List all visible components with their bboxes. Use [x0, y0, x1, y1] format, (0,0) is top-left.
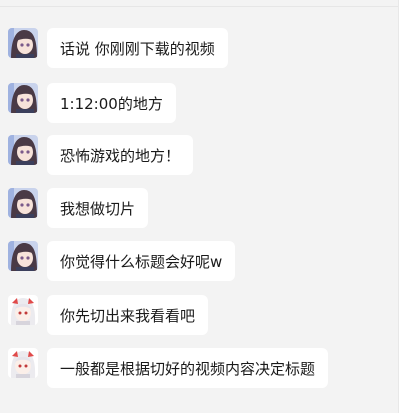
message-text: 一般都是根据切好的视频内容决定标题	[60, 359, 316, 378]
avatar-dark-hair-girl[interactable]	[8, 188, 38, 218]
message-bubble[interactable]: 1:12:00的地方	[47, 83, 176, 123]
avatar-dark-hair-girl[interactable]	[8, 83, 38, 113]
message-bubble[interactable]: 你觉得什么标题会好呢w	[47, 241, 236, 281]
chat-message-list[interactable]: 话说 你刚刚下载的视频 1:12:00的地方 恐怖游戏的地方！ 我想做切片 你觉…	[0, 0, 398, 413]
chat-message: 你先切出来我看看吧	[8, 295, 209, 335]
chat-message: 一般都是根据切好的视频内容决定标题	[8, 348, 329, 388]
avatar-white-hair-girl[interactable]	[8, 348, 38, 378]
message-text: 你先切出来我看看吧	[60, 306, 196, 325]
message-text: 恐怖游戏的地方！	[60, 146, 181, 165]
chat-message: 我想做切片	[8, 188, 149, 228]
message-bubble[interactable]: 一般都是根据切好的视频内容决定标题	[47, 348, 329, 388]
avatar-dark-hair-girl[interactable]	[8, 135, 38, 165]
message-bubble[interactable]: 话说 你刚刚下载的视频	[47, 28, 228, 68]
divider	[398, 0, 399, 413]
avatar-dark-hair-girl[interactable]	[8, 28, 38, 58]
avatar-white-hair-girl[interactable]	[8, 295, 38, 325]
scrollbar-track[interactable]	[398, 0, 420, 413]
message-bubble[interactable]: 恐怖游戏的地方！	[47, 135, 194, 175]
chat-message: 你觉得什么标题会好呢w	[8, 241, 236, 281]
message-text: 我想做切片	[60, 199, 136, 218]
message-bubble[interactable]: 你先切出来我看看吧	[47, 295, 209, 335]
divider	[0, 6, 398, 7]
chat-message: 恐怖游戏的地方！	[8, 135, 194, 175]
message-text: 1:12:00的地方	[60, 94, 163, 113]
message-text: 你觉得什么标题会好呢w	[60, 252, 223, 271]
message-text: 话说 你刚刚下载的视频	[60, 39, 215, 58]
avatar-dark-hair-girl[interactable]	[8, 241, 38, 271]
chat-message: 1:12:00的地方	[8, 83, 176, 123]
chat-message: 话说 你刚刚下载的视频	[8, 28, 228, 68]
message-bubble[interactable]: 我想做切片	[47, 188, 149, 228]
